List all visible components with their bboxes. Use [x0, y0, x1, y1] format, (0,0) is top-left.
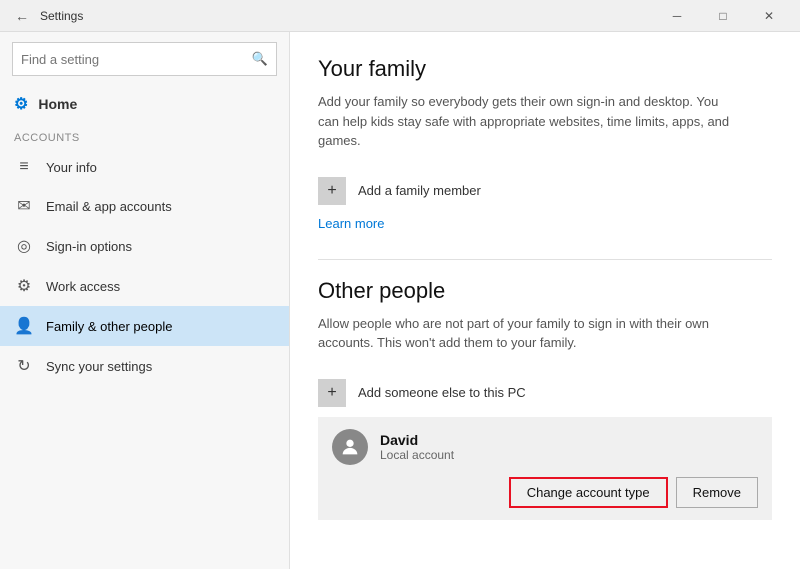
remove-button[interactable]: Remove [676, 477, 758, 508]
user-account-type: Local account [380, 448, 454, 462]
window-controls: ─ □ ✕ [654, 0, 792, 32]
other-section-desc: Allow people who are not part of your fa… [318, 314, 738, 353]
add-family-label: Add a family member [358, 183, 481, 198]
sync-label: Sync your settings [46, 359, 152, 374]
title-bar: ← Settings ─ □ ✕ [0, 0, 800, 32]
minimize-button[interactable]: ─ [654, 0, 700, 32]
sidebar-item-your-info[interactable]: ≡ Your info [0, 148, 289, 186]
sidebar-item-work[interactable]: ⚙ Work access [0, 266, 289, 306]
family-section-title: Your family [318, 56, 772, 82]
avatar [332, 429, 368, 465]
signin-label: Sign-in options [46, 239, 132, 254]
search-input[interactable] [21, 52, 252, 67]
email-label: Email & app accounts [46, 199, 172, 214]
accounts-section-label: Accounts [0, 122, 289, 148]
add-other-person-row[interactable]: + Add someone else to this PC [318, 369, 772, 417]
signin-icon: ◎ [14, 236, 34, 256]
search-icon: 🔍 [252, 51, 268, 67]
add-other-label: Add someone else to this PC [358, 385, 526, 400]
add-other-icon: + [318, 379, 346, 407]
change-account-type-button[interactable]: Change account type [509, 477, 668, 508]
family-section-desc: Add your family so everybody gets their … [318, 92, 738, 151]
user-card-actions: Change account type Remove [332, 477, 758, 508]
sidebar-item-signin[interactable]: ◎ Sign-in options [0, 226, 289, 266]
family-icon: 👤 [14, 316, 34, 336]
work-icon: ⚙ [14, 276, 34, 296]
sidebar-item-family[interactable]: 👤 Family & other people [0, 306, 289, 346]
sidebar-item-email-app[interactable]: ✉ Email & app accounts [0, 186, 289, 226]
email-icon: ✉ [14, 196, 34, 216]
family-label: Family & other people [46, 319, 172, 334]
close-button[interactable]: ✕ [746, 0, 792, 32]
home-nav-item[interactable]: ⚙ Home [0, 86, 289, 122]
other-section-title: Other people [318, 278, 772, 304]
home-label: Home [38, 96, 77, 112]
user-info: David Local account [380, 432, 454, 462]
learn-more-link[interactable]: Learn more [318, 216, 384, 231]
search-box[interactable]: 🔍 [12, 42, 277, 76]
home-icon: ⚙ [14, 94, 28, 114]
work-label: Work access [46, 279, 120, 294]
section-divider [318, 259, 772, 260]
sync-icon: ↻ [14, 356, 34, 376]
add-family-icon: + [318, 177, 346, 205]
content-area: Your family Add your family so everybody… [290, 32, 800, 569]
user-card-top: David Local account [332, 429, 758, 465]
user-card: David Local account Change account type … [318, 417, 772, 520]
back-button[interactable]: ← [8, 2, 36, 30]
app-body: 🔍 ⚙ Home Accounts ≡ Your info ✉ Email & … [0, 32, 800, 569]
window-title: Settings [40, 9, 83, 23]
sidebar: 🔍 ⚙ Home Accounts ≡ Your info ✉ Email & … [0, 32, 290, 569]
add-family-member-row[interactable]: + Add a family member [318, 167, 772, 215]
sidebar-item-sync[interactable]: ↻ Sync your settings [0, 346, 289, 386]
your-info-icon: ≡ [14, 158, 34, 176]
your-info-label: Your info [46, 160, 97, 175]
maximize-button[interactable]: □ [700, 0, 746, 32]
user-name: David [380, 432, 454, 448]
